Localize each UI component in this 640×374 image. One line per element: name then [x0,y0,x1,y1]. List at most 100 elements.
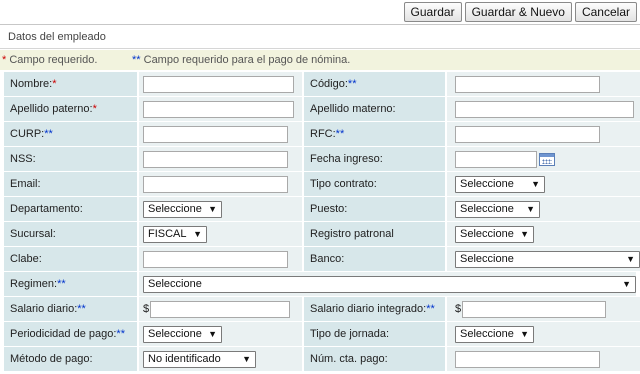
select-value: FISCAL [148,228,187,240]
label-text: Apellido materno: [310,103,396,115]
salario-diario-integrado-input[interactable] [462,300,607,318]
registro-patronal-label: Registro patronal [304,222,445,246]
chevron-down-icon: ▼ [531,179,540,189]
label-text: Sucursal: [10,228,56,240]
fecha-ingreso-input[interactable] [455,150,537,168]
label-text: Salario diario integrado: [310,303,427,315]
chevron-down-icon: ▼ [208,204,217,214]
clabe-input[interactable] [143,250,288,268]
rfc-input[interactable] [455,125,600,143]
payroll-mark: ** [132,54,141,66]
tipo-jornada-label: Tipo de jornada: [304,322,445,346]
payroll-mark: ** [57,278,66,290]
email-input[interactable] [143,175,288,193]
required-notice: * Campo requerido. ** Campo requerido pa… [0,50,640,70]
regimen-select[interactable]: Seleccione ▼ [143,275,636,293]
metodo-pago-cell: No identificado ▼ [139,347,302,371]
chevron-down-icon: ▼ [242,354,251,364]
email-label: Email: [4,172,137,196]
label-text: Email: [10,178,41,190]
payroll-mark: ** [77,303,86,315]
nss-input[interactable] [143,150,288,168]
calendar-icon[interactable] [539,152,555,166]
salario-diario-integrado-label: Salario diario integrado: ** [304,297,445,321]
save-and-new-button[interactable]: Guardar & Nuevo [464,2,572,22]
email-cell [139,172,302,196]
apellido-materno-input[interactable] [455,100,634,118]
currency-symbol: $ [455,303,462,315]
payroll-legend: ** Campo requerido para el pago de nómin… [132,54,350,66]
periodicidad-pago-select[interactable]: Seleccione ▼ [143,325,222,343]
rfc-label: RFC: ** [304,122,445,146]
metodo-pago-select[interactable]: No identificado ▼ [143,350,256,368]
label-text: Periodicidad de pago: [10,328,117,340]
form-row: Nombre: * Código: ** [4,72,640,97]
label-text: Salario diario: [10,303,78,315]
form-row: Regimen: ** Seleccione ▼ [4,272,640,297]
num-cta-pago-input[interactable] [455,350,600,368]
puesto-label: Puesto: [304,197,445,221]
codigo-label: Código: ** [304,72,445,96]
apellido-paterno-label: Apellido paterno: * [4,97,137,121]
salario-diario-cell: $ [139,297,302,321]
select-value: Seleccione [460,253,514,265]
salario-diario-label: Salario diario: ** [4,297,137,321]
chevron-down-icon: ▼ [626,254,635,264]
sucursal-select[interactable]: FISCAL ▼ [143,225,207,243]
curp-cell [139,122,302,146]
nombre-input[interactable] [143,75,294,93]
chevron-down-icon: ▼ [526,204,535,214]
cancel-button[interactable]: Cancelar [574,2,637,22]
regimen-label: Regimen: ** [4,272,137,296]
banco-select[interactable]: Seleccione ▼ [455,250,640,268]
payroll-text: Campo requerido para el pago de nómina. [140,54,351,66]
required-mark: * [92,103,97,115]
departamento-select[interactable]: Seleccione ▼ [143,200,222,218]
codigo-input[interactable] [455,75,600,93]
label-text: Núm. cta. pago: [310,353,388,365]
periodicidad-pago-label: Periodicidad de pago: ** [4,322,137,346]
sucursal-label: Sucursal: [4,222,137,246]
salario-diario-input[interactable] [150,300,291,318]
nss-cell [139,147,302,171]
curp-input[interactable] [143,125,288,143]
puesto-select[interactable]: Seleccione ▼ [455,200,540,218]
periodicidad-pago-cell: Seleccione ▼ [139,322,302,346]
label-text: Registro patronal [310,228,394,240]
banco-label: Banco: [304,247,445,271]
select-value: Seleccione [148,278,202,290]
label-text: Apellido paterno: [10,103,93,115]
select-value: Seleccione [460,203,514,215]
apellido-materno-cell [447,97,640,121]
departamento-cell: Seleccione ▼ [139,197,302,221]
puesto-cell: Seleccione ▼ [447,197,640,221]
label-text: Regimen: [10,278,58,290]
toolbar: Guardar Guardar & Nuevo Cancelar [403,2,637,22]
registro-patronal-select[interactable]: Seleccione ▼ [455,225,534,243]
select-value: No identificado [148,353,221,365]
registro-patronal-cell: Seleccione ▼ [447,222,640,246]
tipo-jornada-select[interactable]: Seleccione ▼ [455,325,534,343]
save-button[interactable]: Guardar [403,2,462,22]
label-text: Nombre: [10,78,53,90]
payroll-mark: ** [335,128,345,140]
chevron-down-icon: ▼ [520,329,529,339]
chevron-down-icon: ▼ [208,329,217,339]
label-text: Clabe: [10,253,42,265]
tipo-contrato-select[interactable]: Seleccione ▼ [455,175,545,193]
select-value: Seleccione [460,328,514,340]
select-value: Seleccione [460,228,514,240]
label-text: Código: [310,78,348,90]
label-text: NSS: [10,153,36,165]
num-cta-pago-label: Núm. cta. pago: [304,347,445,371]
form-row: CURP: ** RFC: ** [4,122,640,147]
select-value: Seleccione [148,328,202,340]
apellido-paterno-input[interactable] [143,100,294,118]
form-row: Clabe: Banco: Seleccione ▼ [4,247,640,272]
chevron-down-icon: ▼ [622,279,631,289]
label-text: CURP: [10,128,45,140]
form-row: Email: Tipo contrato: Seleccione ▼ [4,172,640,197]
clabe-cell [139,247,302,271]
tipo-contrato-cell: Seleccione ▼ [447,172,640,196]
chevron-down-icon: ▼ [193,229,202,239]
